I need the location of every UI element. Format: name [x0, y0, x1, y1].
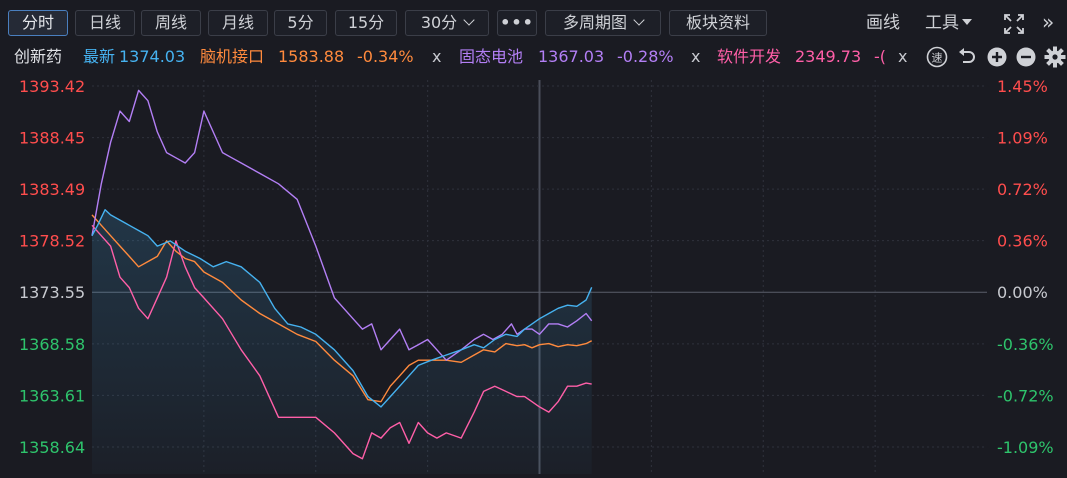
chevron-down-icon	[463, 14, 475, 26]
zoom-out-icon[interactable]	[1015, 46, 1037, 68]
series-legend: 创新药 最新 1374.03 脑机接口 1583.88 -0.34% x 固态电…	[0, 44, 1067, 70]
y-tick-label: 1383.49	[19, 180, 85, 199]
series-area-fill	[92, 209, 592, 474]
tools-menu-button[interactable]: 工具	[925, 10, 972, 36]
settings-gear-icon[interactable]	[1044, 46, 1066, 68]
y-pct-tick-label: -1.09%	[997, 438, 1054, 457]
undo-icon[interactable]	[956, 46, 978, 68]
y-pct-tick-label: -0.36%	[997, 335, 1054, 354]
legend-series-change: -0.34%	[357, 47, 414, 66]
legend-series-change: -(	[874, 47, 887, 66]
y-tick-label: 1378.52	[19, 232, 85, 251]
tab-30min-dropdown[interactable]: 30分	[405, 10, 489, 36]
tab-15min[interactable]: 15分	[335, 10, 397, 36]
y-tick-label: 1388.45	[19, 129, 85, 148]
tab-time-share[interactable]: 分时	[8, 10, 68, 36]
tab-5min[interactable]: 5分	[274, 10, 327, 36]
tab-daily[interactable]: 日线	[75, 10, 135, 36]
y-tick-label: 1368.58	[19, 335, 85, 354]
legend-series-value: 1583.88	[278, 47, 345, 66]
y-pct-tick-label: 0.72%	[997, 180, 1048, 199]
legend-series-value: 2349.73	[795, 47, 862, 66]
sector-info-button[interactable]: 板块资料	[669, 10, 767, 36]
legend-remove-button[interactable]: x	[898, 44, 907, 70]
y-pct-tick-label: -0.72%	[997, 386, 1054, 405]
legend-latest-value: 1374.03	[119, 47, 186, 66]
svg-text:速: 速	[932, 52, 943, 65]
chart-controls: 速	[926, 46, 1067, 68]
tab-monthly[interactable]: 月线	[208, 10, 268, 36]
chevron-down-icon	[633, 14, 645, 26]
legend-series-name: 固态电池	[459, 47, 524, 66]
legend-remove-button[interactable]: x	[432, 44, 441, 70]
legend-latest-label: 最新	[83, 47, 116, 66]
legend-main-name: 创新药	[14, 47, 63, 66]
legend-series-change: -0.28%	[617, 47, 674, 66]
tab-weekly[interactable]: 周线	[141, 10, 201, 36]
caret-down-icon	[962, 19, 972, 25]
speed-icon[interactable]: 速	[926, 46, 948, 68]
intraday-chart[interactable]: 1393.42 1.45% 1388.45 1.09% 1383.49 0.72% 1378…	[0, 70, 1067, 478]
legend-series-name: 脑机接口	[200, 47, 265, 66]
draw-line-button[interactable]: 画线	[866, 10, 900, 36]
y-pct-tick-label: 0.00%	[997, 283, 1048, 302]
period-toolbar: 分时 日线 周线 月线 5分 15分 30分 ••• 多周期图 板块资料 画线 …	[0, 0, 1067, 44]
y-pct-tick-label: 1.09%	[997, 129, 1048, 148]
y-tick-label: 1373.55	[19, 283, 85, 302]
double-chevron-right-icon[interactable]: »	[1042, 12, 1060, 34]
legend-series-name: 软件开发	[717, 47, 782, 66]
y-tick-label: 1363.61	[19, 386, 85, 405]
more-periods-button[interactable]: •••	[497, 10, 537, 36]
y-pct-tick-label: 0.36%	[997, 232, 1048, 251]
y-tick-label: 1358.64	[19, 438, 85, 457]
legend-series-value: 1367.03	[538, 47, 605, 66]
expand-icon[interactable]	[1002, 12, 1026, 36]
y-pct-tick-label: 1.45%	[997, 77, 1048, 96]
multi-period-dropdown[interactable]: 多周期图	[545, 10, 661, 36]
legend-remove-button[interactable]: x	[691, 44, 700, 70]
y-tick-label: 1393.42	[19, 77, 85, 96]
zoom-in-icon[interactable]	[986, 46, 1008, 68]
